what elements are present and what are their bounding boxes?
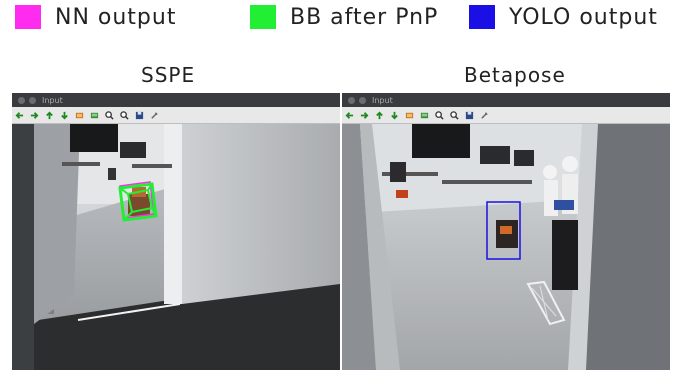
legend-swatch-green	[250, 5, 276, 29]
save-icon[interactable]	[465, 111, 474, 120]
save-icon[interactable]	[135, 111, 144, 120]
arrow-up-icon[interactable]	[45, 111, 54, 120]
input-window-sspe: Input	[12, 93, 340, 370]
legend-item-bb-after-pnp: BB after PnP	[250, 4, 439, 30]
window-title: Input	[42, 95, 63, 105]
image-window-icon[interactable]	[90, 111, 99, 120]
zoom-out-icon[interactable]	[450, 110, 459, 120]
image-icon[interactable]	[75, 111, 84, 120]
window-title: Input	[372, 95, 393, 105]
zoom-out-icon[interactable]	[120, 110, 129, 120]
window-titlebar: Input	[12, 93, 340, 107]
window-close-button[interactable]	[348, 96, 355, 104]
camera-image-sspe	[12, 124, 340, 370]
legend-label: BB after PnP	[290, 4, 439, 30]
arrow-right-icon[interactable]	[360, 111, 369, 120]
legend-item-nn-output: NN output	[15, 4, 177, 30]
legend: NN output BB after PnP YOLO output	[0, 0, 683, 36]
legend-label: NN output	[55, 4, 177, 30]
panel-title-betapose: Betapose	[464, 63, 566, 87]
zoom-in-icon[interactable]	[105, 110, 114, 120]
window-close-button[interactable]	[18, 96, 25, 104]
input-window-betapose: Input	[342, 93, 670, 370]
arrow-down-icon[interactable]	[390, 111, 399, 120]
settings-icon[interactable]	[480, 111, 489, 120]
zoom-in-icon[interactable]	[435, 110, 444, 120]
legend-label: YOLO output	[509, 4, 658, 30]
camera-image-betapose	[342, 124, 670, 370]
arrow-left-icon[interactable]	[345, 111, 354, 120]
arrow-right-icon[interactable]	[30, 111, 39, 120]
arrow-left-icon[interactable]	[15, 111, 24, 120]
arrow-up-icon[interactable]	[375, 111, 384, 120]
window-minimize-button[interactable]	[29, 96, 36, 104]
legend-item-yolo-output: YOLO output	[469, 4, 658, 30]
settings-icon[interactable]	[150, 111, 159, 120]
viewer-toolbar	[342, 107, 670, 124]
window-titlebar: Input	[342, 93, 670, 107]
image-window-icon[interactable]	[420, 111, 429, 120]
panel-title-sspe: SSPE	[141, 63, 196, 87]
arrow-down-icon[interactable]	[60, 111, 69, 120]
legend-swatch-magenta	[15, 5, 41, 29]
image-icon[interactable]	[405, 111, 414, 120]
window-minimize-button[interactable]	[359, 96, 366, 104]
viewer-toolbar	[12, 107, 340, 124]
legend-swatch-blue	[469, 5, 495, 29]
